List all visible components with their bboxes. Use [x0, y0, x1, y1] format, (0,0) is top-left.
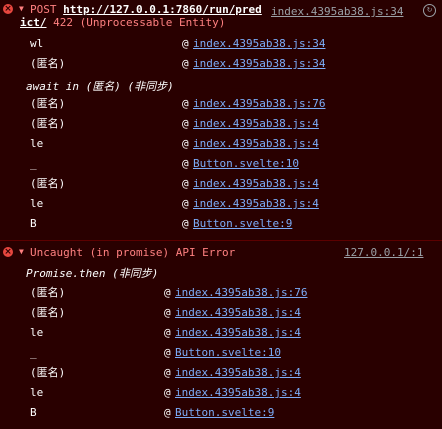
stack-frame-location-link[interactable]: index.4395ab38.js:4 — [193, 194, 319, 214]
stack-frame-row: B @ Button.svelte:9 — [0, 403, 442, 423]
stack-frame-location-link[interactable]: Button.svelte:9 — [193, 214, 292, 234]
stack-frame-function: B — [30, 217, 37, 230]
stack-frame-function: (匿名) — [30, 177, 66, 190]
stack-frame-location-link[interactable]: index.4395ab38.js:4 — [175, 363, 301, 383]
stack-frame-row: (匿名) @ index.4395ab38.js:76 — [0, 94, 442, 114]
stack-frame-row: le @ index.4395ab38.js:4 — [0, 383, 442, 403]
stack-frame-row: (匿名) @ index.4395ab38.js:4 — [0, 303, 442, 323]
stack-frame-function: (匿名) — [30, 117, 66, 130]
at-symbol: @ — [182, 197, 189, 210]
stack-frame-location-link[interactable]: Button.svelte:9 — [175, 403, 274, 423]
stack-frame-row: _ @ Button.svelte:10 — [0, 343, 442, 363]
at-symbol: @ — [164, 306, 171, 319]
stack-frame-function: (匿名) — [30, 97, 66, 110]
request-url[interactable]: http://127.0.0.1:7860/run/pred — [63, 3, 262, 16]
stack-frame-function: le — [30, 326, 44, 339]
stack-frame-location-link[interactable]: index.4395ab38.js:76 — [175, 283, 307, 303]
error-message: POST http://127.0.0.1:7860/run/pred — [30, 3, 262, 16]
stack-frame-function: le — [30, 137, 44, 150]
error-source-link[interactable]: index.4395ab38.js:34 — [271, 5, 403, 18]
stack-frame-location-link[interactable]: index.4395ab38.js:4 — [175, 323, 301, 343]
stack-frame-function: _ — [30, 157, 37, 170]
stack-frame-location-link[interactable]: index.4395ab38.js:34 — [193, 34, 325, 54]
at-symbol: @ — [182, 157, 189, 170]
stack-frame-location-link[interactable]: index.4395ab38.js:4 — [175, 303, 301, 323]
stack-frame-location-link[interactable]: index.4395ab38.js:4 — [175, 383, 301, 403]
at-symbol: @ — [164, 346, 171, 359]
stack-frame-row: le @ index.4395ab38.js:4 — [0, 323, 442, 343]
stack-frame-row: (匿名) @ index.4395ab38.js:34 — [0, 54, 442, 74]
stack-frame-function: B — [30, 406, 37, 419]
at-symbol: @ — [182, 57, 189, 70]
error-header[interactable]: × ▼ POST http://127.0.0.1:7860/run/pred … — [0, 0, 442, 29]
stack-frame-row: (匿名) @ index.4395ab38.js:4 — [0, 114, 442, 134]
stack-frame-row: wl @ index.4395ab38.js:34 — [0, 34, 442, 54]
stack-frame-location-link[interactable]: index.4395ab38.js:4 — [193, 114, 319, 134]
stack-frame-function: (匿名) — [30, 286, 66, 299]
error-header[interactable]: × ▼ Uncaught (in promise) API Error 127.… — [0, 243, 442, 263]
stack-frame-row: le @ index.4395ab38.js:4 — [0, 134, 442, 154]
stack-frame-function: (匿名) — [30, 306, 66, 319]
expand-triangle-icon[interactable]: ▼ — [19, 4, 24, 13]
at-symbol: @ — [182, 97, 189, 110]
stack-frame-function: le — [30, 197, 44, 210]
stack-frame-function: le — [30, 386, 44, 399]
error-message: Uncaught (in promise) API Error — [30, 246, 236, 259]
at-symbol: @ — [164, 286, 171, 299]
at-symbol: @ — [164, 326, 171, 339]
stack-frame-location-link[interactable]: index.4395ab38.js:4 — [193, 174, 319, 194]
stack-frame-row: B @ Button.svelte:9 — [0, 214, 442, 234]
http-status: 422 (Unprocessable Entity) — [53, 16, 226, 29]
stack-frame-function: (匿名) — [30, 366, 66, 379]
async-stack-label: Promise.then (非同步) — [26, 267, 159, 280]
at-symbol: @ — [182, 37, 189, 50]
stack-frame-function: (匿名) — [30, 57, 66, 70]
console-error-uncaught: × ▼ Uncaught (in promise) API Error 127.… — [0, 241, 442, 429]
stack-frame-row: (匿名) @ index.4395ab38.js:76 — [0, 283, 442, 303]
error-source-link[interactable]: 127.0.0.1/:1 — [344, 246, 423, 259]
error-message-wrap: ict/ 422 (Unprocessable Entity) — [20, 16, 225, 29]
at-symbol: @ — [164, 366, 171, 379]
async-stack-label: await in (匿名) (非同步) — [26, 80, 174, 93]
stack-frame-function: wl — [30, 37, 44, 50]
expand-triangle-icon[interactable]: ▼ — [19, 247, 24, 256]
http-method: POST — [30, 3, 57, 16]
stack-frame-function: _ — [30, 346, 37, 359]
stack-frame-location-link[interactable]: index.4395ab38.js:4 — [193, 134, 319, 154]
stack-frame-row: _ @ Button.svelte:10 — [0, 154, 442, 174]
stack-frame-row: (匿名) @ index.4395ab38.js:4 — [0, 363, 442, 383]
stack-frame-row: le @ index.4395ab38.js:4 — [0, 194, 442, 214]
at-symbol: @ — [164, 386, 171, 399]
stack-frame-location-link[interactable]: Button.svelte:10 — [193, 154, 299, 174]
console-error-post: × ▼ POST http://127.0.0.1:7860/run/pred … — [0, 0, 442, 241]
replay-request-icon[interactable]: ↻ — [423, 4, 436, 17]
at-symbol: @ — [182, 117, 189, 130]
at-symbol: @ — [182, 177, 189, 190]
error-circle-icon: × — [3, 4, 13, 14]
request-url-wrap[interactable]: ict/ — [20, 16, 47, 29]
stack-frame-location-link[interactable]: index.4395ab38.js:76 — [193, 94, 325, 114]
at-symbol: @ — [164, 406, 171, 419]
at-symbol: @ — [182, 217, 189, 230]
stack-frame-location-link[interactable]: Button.svelte:10 — [175, 343, 281, 363]
error-circle-icon: × — [3, 247, 13, 257]
stack-frame-row: (匿名) @ index.4395ab38.js:4 — [0, 174, 442, 194]
stack-frame-location-link[interactable]: index.4395ab38.js:34 — [193, 54, 325, 74]
at-symbol: @ — [182, 137, 189, 150]
